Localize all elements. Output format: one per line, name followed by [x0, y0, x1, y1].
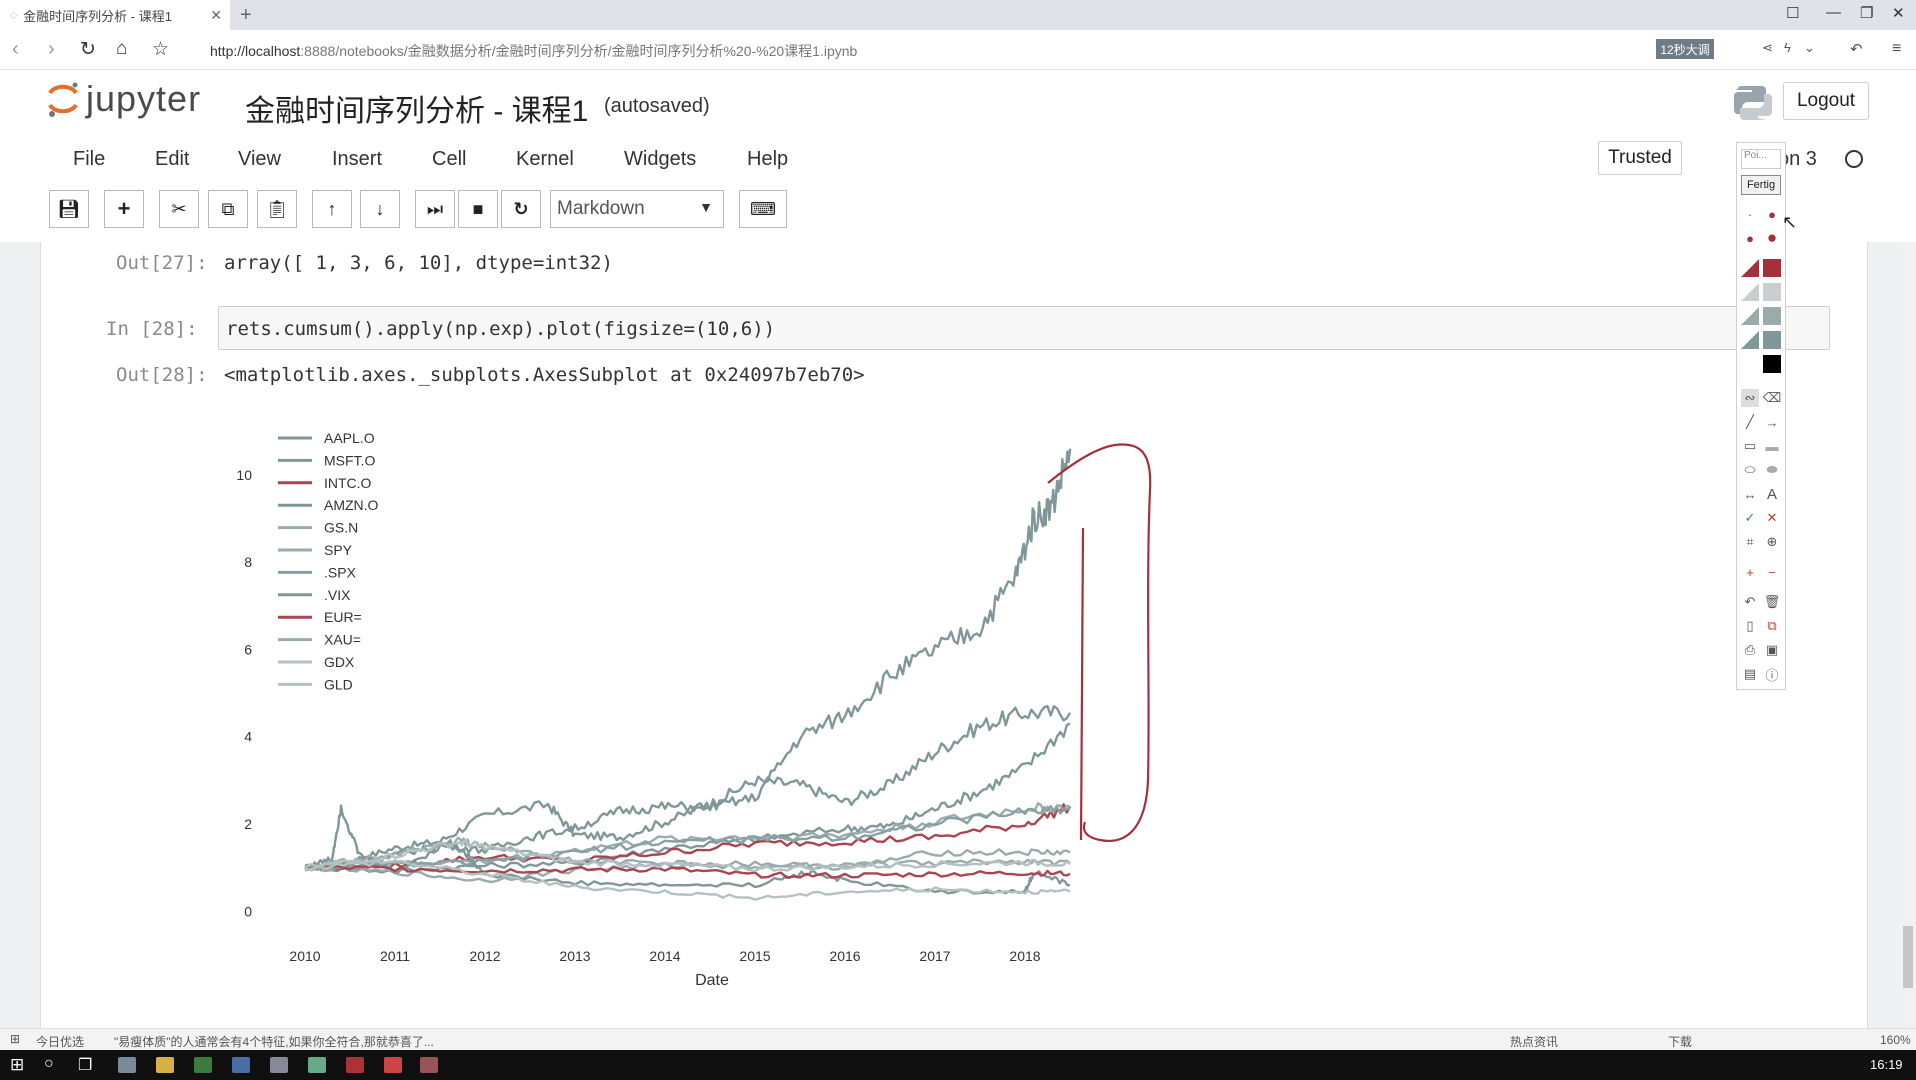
legend-label: AAPL.O — [324, 430, 375, 446]
statusbar-news[interactable]: "易瘦体质"的人通常会有4个特征,如果你全符合,那就恭喜了... — [114, 1033, 434, 1050]
pen-dot-large-icon[interactable]: ● — [1741, 229, 1759, 247]
taskbar-app-icon[interactable] — [118, 1057, 136, 1073]
x-axis-label: Date — [695, 972, 729, 989]
freehand-pen-icon[interactable]: ∾ — [1741, 389, 1759, 407]
palette-pointer-field[interactable]: Poi... — [1741, 149, 1781, 169]
crop-tool-icon[interactable]: ⌗ — [1741, 533, 1759, 551]
text-tool-icon[interactable]: A — [1763, 485, 1781, 503]
taskbar-app2-icon[interactable] — [194, 1057, 212, 1073]
new-page-icon[interactable]: ▯ — [1741, 617, 1759, 635]
color-darkgray-gradient-icon[interactable] — [1741, 331, 1759, 349]
legend-label: SPY — [324, 542, 353, 558]
series-line-gdx — [304, 859, 1071, 901]
palette-done-button[interactable]: Fertig — [1741, 175, 1781, 195]
legend-label: MSFT.O — [324, 452, 375, 468]
color-lightgray-gradient-icon[interactable] — [1741, 283, 1759, 301]
x-tick-label: 2017 — [919, 948, 950, 964]
statusbar-zoom[interactable]: 160% — [1880, 1033, 1911, 1047]
legend-label: XAU= — [324, 632, 361, 648]
x-tick-label: 2018 — [1009, 948, 1040, 964]
rectangle-tool-icon[interactable]: ▭ — [1741, 437, 1759, 455]
trash-icon[interactable]: 🗑︎ — [1763, 593, 1781, 611]
pen-dot-medium-icon[interactable]: ● — [1763, 205, 1781, 223]
series-line-amzno — [304, 448, 1072, 872]
taskbar-app6-icon[interactable] — [346, 1057, 364, 1073]
y-tick-label: 8 — [244, 554, 252, 570]
add-icon[interactable]: + — [1741, 563, 1759, 581]
filled-rectangle-tool-icon[interactable]: ▬ — [1763, 437, 1781, 455]
legend-label: GDX — [324, 654, 355, 670]
remove-icon[interactable]: − — [1763, 563, 1781, 581]
taskbar-app7-icon[interactable] — [384, 1057, 402, 1073]
pen-dot-small-icon[interactable]: · — [1741, 205, 1759, 223]
color-black-icon[interactable] — [1763, 355, 1781, 373]
statusbar-grid-icon: ⊞ — [10, 1032, 21, 1046]
series-line-intco — [304, 803, 1072, 871]
legend-label: INTC.O — [324, 475, 372, 491]
y-tick-label: 2 — [244, 816, 252, 832]
arrow-tool-icon[interactable]: → — [1763, 413, 1781, 431]
x-tick-label: 2013 — [559, 948, 590, 964]
screen: ◌ 金融时间序列分析 - 课程1 ✕ + ☐ — ❐ ✕ ‹ › ↻ ⌂ ☆ h… — [0, 0, 1916, 1080]
task-view-icon[interactable]: ❐ — [78, 1055, 92, 1075]
cross-mark-tool-icon[interactable]: ✕ — [1763, 509, 1781, 527]
os-taskbar: ⊞ ○ ❐ 16:19 — [0, 1050, 1916, 1080]
y-tick-label: 6 — [244, 642, 252, 658]
zoom-tool-icon[interactable]: ⊕ — [1763, 533, 1781, 551]
pen-dot-xlarge-icon[interactable]: ● — [1763, 228, 1781, 247]
x-tick-label: 2011 — [380, 948, 410, 964]
taskbar-app8-icon[interactable] — [420, 1057, 438, 1073]
y-tick-label: 0 — [244, 903, 252, 919]
check-mark-tool-icon[interactable]: ✓ — [1741, 509, 1759, 527]
copy-pages-icon[interactable]: ⧉ — [1763, 617, 1781, 635]
windows-start-icon[interactable]: ⊞ — [10, 1055, 24, 1075]
cumulative-returns-chart: 2010 2011 2012 2013 2014 2015 2016 2017 2018 0 2 4 6… — [236, 430, 1152, 989]
legend-label: EUR= — [324, 609, 362, 625]
color-gray-gradient-icon[interactable] — [1741, 307, 1759, 325]
taskbar-folder-icon[interactable] — [156, 1057, 174, 1073]
color-darkgray-icon[interactable] — [1763, 331, 1781, 349]
annotation-palette: Poi... Fertig · ● ● ● ∾ ⌫ ╱ → ▭ ▬ ⬭ ⬬ ↔ … — [1736, 142, 1786, 690]
legend-label: GS.N — [324, 520, 358, 536]
taskbar-clock: 16:19 — [1870, 1057, 1903, 1072]
annotation-freehand-circle — [1047, 443, 1152, 842]
x-tick-label: 2015 — [739, 948, 770, 964]
x-tick-label: 2016 — [829, 948, 860, 964]
taskbar-app5-icon[interactable] — [308, 1057, 326, 1073]
save-disk-icon[interactable]: ▣ — [1763, 641, 1781, 659]
mouse-cursor-icon: ↖ — [1782, 212, 1798, 232]
taskbar-app4-icon[interactable] — [270, 1057, 288, 1073]
legend-label: .SPX — [324, 564, 357, 580]
y-tick-label: 4 — [244, 729, 252, 745]
browser-statusbar: ⊞ 今日优选 "易瘦体质"的人通常会有4个特征,如果你全符合,那就恭喜了... … — [0, 1028, 1916, 1050]
ellipse-tool-icon[interactable]: ⬭ — [1741, 461, 1759, 479]
x-tick-label: 2010 — [289, 948, 320, 964]
statusbar-hot-news[interactable]: 热点资讯 — [1510, 1033, 1558, 1050]
x-tick-label: 2012 — [469, 948, 500, 964]
filled-ellipse-tool-icon[interactable]: ⬬ — [1763, 461, 1781, 479]
print-icon[interactable]: ⎙ — [1741, 641, 1759, 659]
undo-tool-icon[interactable]: ↶ — [1741, 593, 1759, 611]
color-gray-icon[interactable] — [1763, 307, 1781, 325]
line-tool-icon[interactable]: ╱ — [1741, 413, 1759, 431]
statusbar-downloads[interactable]: 下载 — [1668, 1033, 1692, 1050]
statusbar-today-picks[interactable]: 今日优选 — [36, 1033, 84, 1050]
taskbar-app3-icon[interactable] — [232, 1057, 250, 1073]
search-icon[interactable]: ○ — [44, 1055, 54, 1073]
color-lightgray-icon[interactable] — [1763, 283, 1781, 301]
color-red-gradient-icon[interactable] — [1741, 259, 1759, 277]
legend-label: AMZN.O — [324, 497, 379, 513]
legend-label: .VIX — [324, 587, 351, 603]
legend-label: GLD — [324, 676, 353, 692]
y-tick-label: 10 — [236, 467, 252, 483]
info-icon[interactable]: ⓘ — [1763, 665, 1781, 683]
color-red-icon[interactable] — [1763, 259, 1781, 277]
double-arrow-tool-icon[interactable]: ↔ — [1741, 485, 1759, 503]
eraser-icon[interactable]: ⌫ — [1763, 389, 1781, 407]
x-tick-label: 2014 — [649, 948, 680, 964]
series-line-aaplo — [304, 705, 1072, 871]
screenshot-icon[interactable]: ▤ — [1741, 665, 1759, 683]
